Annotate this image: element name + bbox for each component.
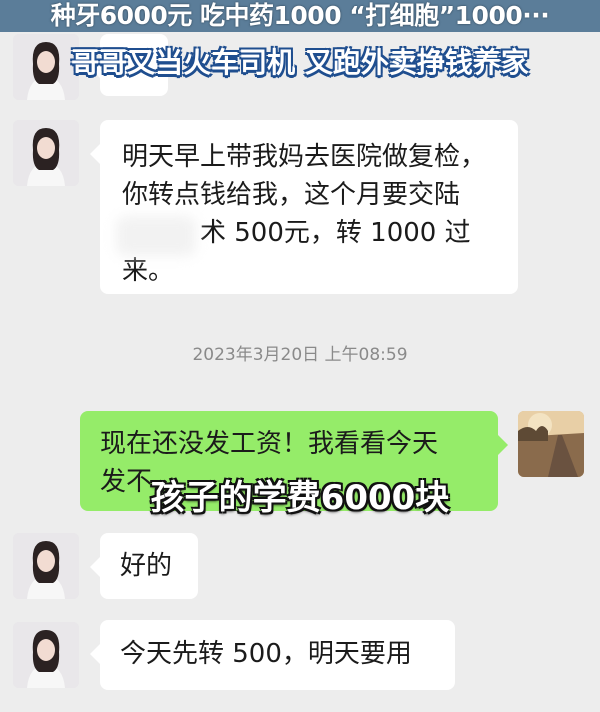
- message-line: 明天早上带我妈去医院做复检，: [122, 142, 487, 172]
- message-line: 现在还没发工资！我看看今天: [100, 429, 439, 459]
- message-line: 你转点钱给我，这个月要交陆: [122, 180, 461, 210]
- video-caption: 孩子的学费6000块: [150, 478, 450, 518]
- message-line: 来。: [122, 256, 175, 286]
- contact-avatar[interactable]: [13, 533, 79, 599]
- message-bubble-2[interactable]: 明天早上带我妈去医院做复检， 你转点钱给我，这个月要交陆 术 500元，转 10…: [90, 120, 518, 294]
- message-bubble-5[interactable]: 今天先转 500，明天要用: [90, 620, 455, 690]
- railway-landscape-icon: [518, 411, 584, 477]
- woman-portrait-icon: [13, 622, 79, 688]
- contact-avatar[interactable]: [13, 622, 79, 688]
- headline-top: 种牙6000元 吃中药1000 “打细胞”1000···: [0, 0, 600, 32]
- timestamp: 2023年3月20日 上午08:59: [192, 345, 408, 365]
- woman-portrait-icon: [13, 120, 79, 186]
- self-avatar[interactable]: [518, 411, 584, 477]
- woman-portrait-icon: [13, 533, 79, 599]
- blurred-region: [116, 216, 196, 256]
- headline-subtitle: 哥哥又当火车司机 又跑外卖挣钱养家: [71, 46, 529, 79]
- contact-avatar[interactable]: [13, 120, 79, 186]
- message-text: 好的: [120, 551, 173, 581]
- message-text: 今天先转 500，明天要用: [120, 639, 412, 669]
- message-bubble-4[interactable]: 好的: [90, 533, 198, 599]
